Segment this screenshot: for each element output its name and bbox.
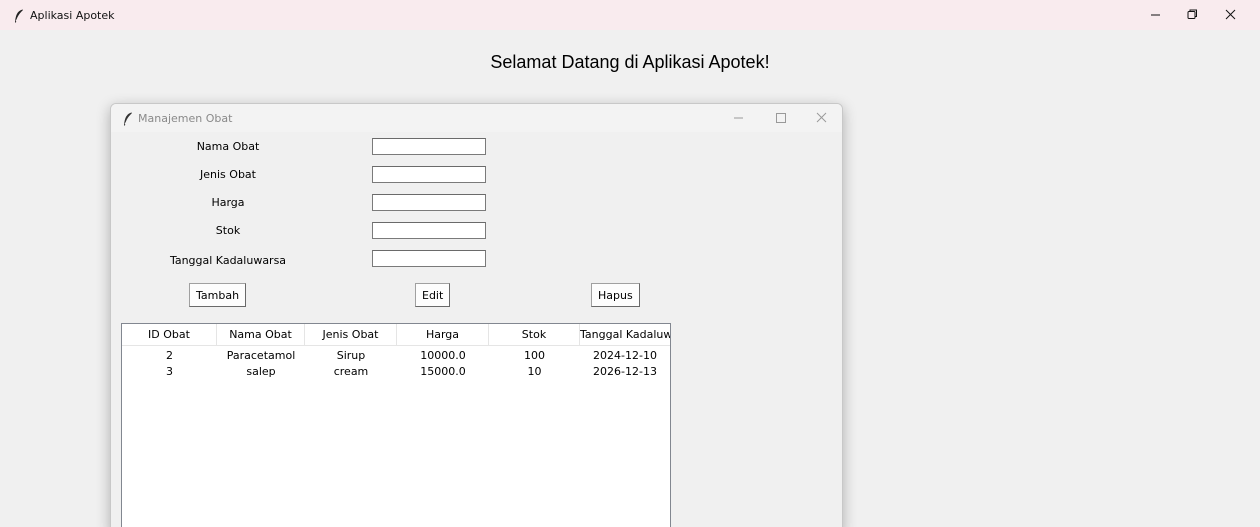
- restore-icon[interactable]: [1182, 6, 1202, 24]
- cell-tanggal: 2026-12-13: [593, 365, 657, 378]
- minimize-icon[interactable]: [729, 109, 749, 127]
- jenis-obat-input[interactable]: [372, 166, 486, 183]
- manajemen-obat-window: Manajemen Obat Nama Obat Jenis Obat Harg…: [110, 103, 843, 527]
- feather-icon: [123, 111, 133, 130]
- stok-label: Stok: [215, 224, 241, 237]
- close-icon[interactable]: [812, 109, 832, 127]
- nama-obat-label: Nama Obat: [196, 140, 260, 153]
- table-header: ID Obat Nama Obat Jenis Obat Harga Stok …: [122, 324, 670, 346]
- stok-input[interactable]: [372, 222, 486, 239]
- cell-id: 2: [166, 349, 173, 362]
- minimize-icon[interactable]: [1146, 6, 1166, 24]
- cell-harga: 15000.0: [420, 365, 466, 378]
- column-header-stok[interactable]: Stok: [489, 324, 580, 346]
- welcome-heading: Selamat Datang di Aplikasi Apotek!: [490, 52, 770, 72]
- cell-stok: 100: [524, 349, 545, 362]
- jenis-obat-label: Jenis Obat: [200, 168, 256, 181]
- column-header-nama[interactable]: Nama Obat: [217, 324, 305, 346]
- close-icon[interactable]: [1221, 6, 1241, 24]
- main-title-bar: Aplikasi Apotek: [0, 0, 1260, 30]
- cell-jenis: cream: [333, 365, 369, 378]
- cell-stok: 10: [527, 365, 542, 378]
- cell-nama: salep: [246, 365, 276, 378]
- column-header-id[interactable]: ID Obat: [122, 324, 217, 346]
- maximize-icon[interactable]: [771, 109, 791, 127]
- nama-obat-input[interactable]: [372, 138, 486, 155]
- tanggal-kadaluwarsa-input[interactable]: [372, 250, 486, 267]
- harga-label: Harga: [211, 196, 245, 209]
- cell-jenis: Sirup: [336, 349, 366, 362]
- obat-table[interactable]: ID Obat Nama Obat Jenis Obat Harga Stok …: [121, 323, 671, 527]
- sub-title-bar: Manajemen Obat: [111, 104, 842, 132]
- cell-harga: 10000.0: [420, 349, 466, 362]
- sub-window-title: Manajemen Obat: [138, 112, 233, 125]
- harga-input[interactable]: [372, 194, 486, 211]
- feather-icon: [14, 8, 24, 27]
- column-header-harga[interactable]: Harga: [397, 324, 489, 346]
- table-row[interactable]: 3 salep cream 15000.0 10 2026-12-13: [122, 364, 670, 380]
- hapus-button[interactable]: Hapus: [591, 283, 640, 307]
- column-header-tanggal[interactable]: Tanggal Kadaluwa: [580, 324, 670, 346]
- tambah-button[interactable]: Tambah: [189, 283, 247, 307]
- tanggal-kadaluwarsa-label: Tanggal Kadaluwarsa: [169, 254, 287, 267]
- column-header-jenis[interactable]: Jenis Obat: [305, 324, 397, 346]
- edit-button[interactable]: Edit: [415, 283, 451, 307]
- table-row[interactable]: 2 Paracetamol Sirup 10000.0 100 2024-12-…: [122, 348, 670, 364]
- cell-id: 3: [166, 365, 173, 378]
- cell-nama: Paracetamol: [226, 349, 296, 362]
- cell-tanggal: 2024-12-10: [593, 349, 657, 362]
- main-window-title: Aplikasi Apotek: [30, 9, 115, 22]
